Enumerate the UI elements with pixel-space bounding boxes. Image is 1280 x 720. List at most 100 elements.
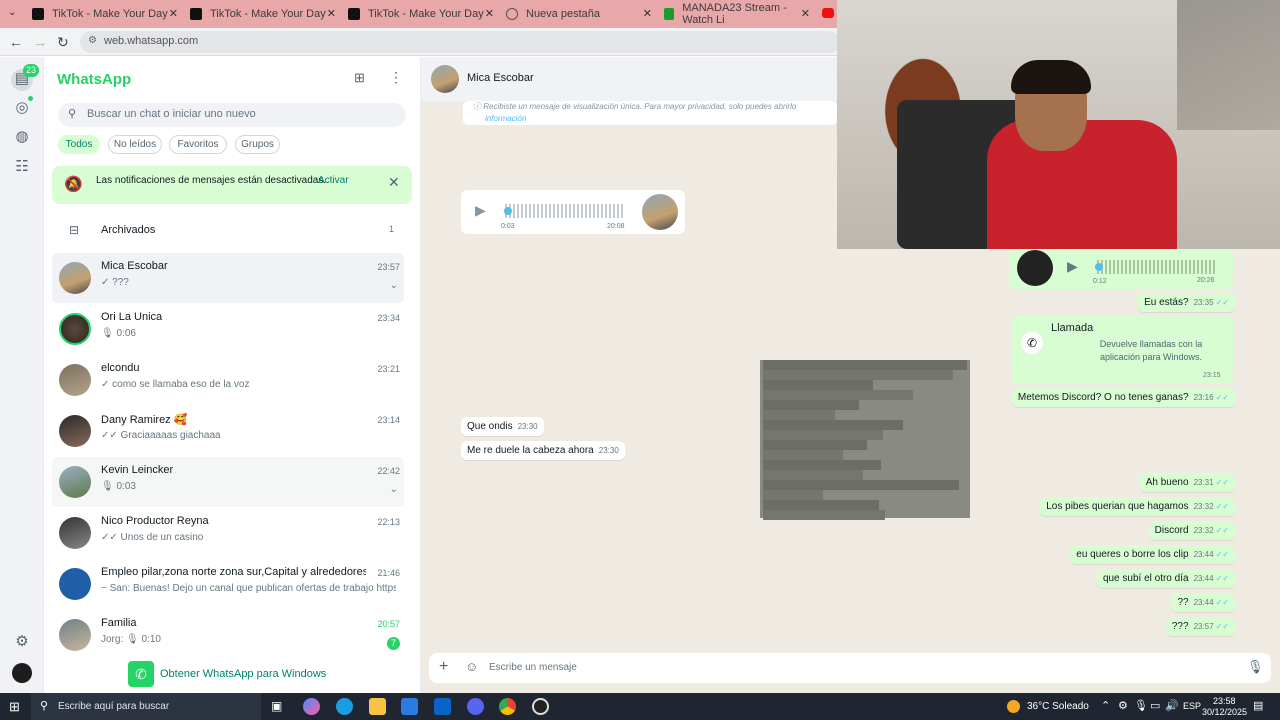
incoming-voice-note[interactable]: ▶ 0:03 20:08 xyxy=(461,190,685,234)
edge-icon[interactable] xyxy=(336,698,353,715)
activate-link[interactable]: Activar xyxy=(318,175,349,186)
store-icon[interactable] xyxy=(401,698,418,715)
outgoing-voice-note[interactable]: ▶ 0:12 20:26 xyxy=(1009,247,1233,289)
microphone-icon[interactable]: 🎙 xyxy=(1247,659,1264,675)
close-tab-icon[interactable]: ✕ xyxy=(169,7,178,20)
browser-tab-2[interactable]: TikTok - Make Your Day ✕ xyxy=(190,3,336,25)
settings-icon[interactable]: ⚙ xyxy=(12,632,32,652)
clock-time[interactable]: 23:58 xyxy=(1213,696,1236,706)
chat-row-empleo-pilar[interactable]: Empleo pilar,zona norte zona sur,Capital… xyxy=(52,559,404,609)
browser-tab-3[interactable]: TikTok - Make Your Day ✕ xyxy=(348,3,494,25)
close-icon[interactable]: ✕ xyxy=(388,174,400,191)
message-time: 23:35 xyxy=(1193,298,1214,307)
browser-tab-5[interactable]: MANADA23 Stream - Watch Li ✕ xyxy=(664,2,810,26)
chat-line xyxy=(763,450,843,460)
filter-favorites[interactable]: Favoritos xyxy=(169,135,227,154)
voice-progress-dot[interactable] xyxy=(1095,263,1103,271)
voice-progress-dot[interactable] xyxy=(504,207,512,215)
notification-center-icon[interactable]: ▤ xyxy=(1253,699,1263,712)
chat-line xyxy=(763,510,885,520)
forward-icon[interactable]: → xyxy=(33,34,47,50)
chat-line xyxy=(763,380,873,390)
copilot-icon[interactable] xyxy=(303,698,320,715)
avatar xyxy=(59,517,91,549)
status-icon[interactable]: ◎ xyxy=(12,98,32,118)
new-chat-icon[interactable]: ⊞ xyxy=(354,70,365,86)
chat-row-familia[interactable]: Familia Jorg: 🎙 0:10 20:57 7 xyxy=(52,610,404,660)
more-info-link[interactable]: información xyxy=(485,114,526,123)
chrome-icon[interactable] xyxy=(499,698,516,715)
chat-time: 23:21 xyxy=(377,364,400,374)
conversation-header[interactable]: Mica Escobar xyxy=(421,57,837,101)
search-input[interactable]: ⚲ Buscar un chat o iniciar uno nuevo xyxy=(58,103,406,127)
url-field[interactable]: ⚙ web.whatsapp.com xyxy=(80,31,840,53)
communities-icon[interactable]: ☷ xyxy=(12,157,32,177)
obs-icon[interactable] xyxy=(532,698,549,715)
chat-line xyxy=(763,360,967,370)
chat-row-ori-la-unica[interactable]: Ori La Unica 🎙 0:06 23:34 xyxy=(52,304,404,354)
chat-row-dany-ramirez[interactable]: Dany Ramirez 🥰 ✓✓ Graciaaaaas giachaaa 2… xyxy=(52,406,404,456)
archived-row[interactable]: ⊟ Archivados 1 xyxy=(44,217,421,247)
tray-app-icon[interactable]: ⚙ xyxy=(1118,699,1128,712)
filter-all[interactable]: Todos xyxy=(58,135,100,154)
tray-chevron-icon[interactable]: ⌃ xyxy=(1101,699,1110,712)
attach-plus-icon[interactable]: + xyxy=(439,658,448,676)
message-time: 23:30 xyxy=(517,422,538,431)
back-icon[interactable]: ← xyxy=(9,34,23,50)
voice-waveform[interactable] xyxy=(505,204,625,218)
contact-avatar xyxy=(431,65,459,93)
taskbar-search[interactable]: ⚲ Escribe aquí para buscar xyxy=(31,693,261,720)
reload-icon[interactable]: ↻ xyxy=(57,34,69,51)
tab-title: Nueva pestaña xyxy=(526,8,600,20)
close-tab-icon[interactable]: ✕ xyxy=(643,7,652,20)
channels-icon[interactable]: ◍ xyxy=(12,127,32,147)
weather-text[interactable]: 36°C Soleado xyxy=(1027,701,1089,712)
filter-unread[interactable]: No leídos xyxy=(108,135,162,154)
play-icon[interactable]: ▶ xyxy=(1067,258,1078,275)
voice-current: 0:03 xyxy=(501,223,515,230)
browser-tab-1[interactable]: TikTok - Make Your Day ✕ xyxy=(32,3,178,25)
volume-icon[interactable]: 🔊 xyxy=(1165,699,1179,712)
close-tab-icon[interactable]: ✕ xyxy=(801,7,810,20)
chat-row-elcondu[interactable]: elcondu ✓ como se llamaba eso de la voz … xyxy=(52,355,404,405)
chevron-down-icon[interactable]: ⌄ xyxy=(390,484,398,495)
clock-date[interactable]: 30/12/2025 xyxy=(1202,707,1247,717)
chat-list-panel: WhatsApp ⊞ ⋮ ⚲ Buscar un chat o iniciar … xyxy=(44,57,421,693)
message-outgoing: eu queres o borre los clip 23:44 ✓✓ xyxy=(1070,545,1235,564)
youtube-tab-icon[interactable] xyxy=(822,8,834,18)
task-view-icon[interactable]: ▣ xyxy=(271,699,282,713)
language-indicator[interactable]: ESP xyxy=(1183,701,1201,711)
close-tab-icon[interactable]: ✕ xyxy=(327,7,336,20)
read-ticks-icon: ✓✓ xyxy=(1215,502,1229,511)
chevron-down-icon[interactable]: ⌄ xyxy=(390,280,398,291)
message-time: 23:16 xyxy=(1193,393,1214,402)
profile-avatar[interactable] xyxy=(12,663,32,683)
sticker-icon[interactable]: ☺ xyxy=(465,659,478,674)
mail-icon[interactable] xyxy=(434,698,451,715)
close-tab-icon[interactable]: ✕ xyxy=(485,7,494,20)
battery-icon[interactable]: ▭ xyxy=(1150,699,1160,712)
chat-row-nico-productor-reyna[interactable]: Nico Productor Reyna ✓✓ Unos de un casin… xyxy=(52,508,404,558)
play-icon[interactable]: ▶ xyxy=(475,202,486,219)
message-input[interactable]: Escribe un mensaje xyxy=(489,662,577,673)
chat-row-kevin-leincker[interactable]: Kevin Leincker 🎙 0:03 22:42 ⌄ xyxy=(52,457,404,507)
message-time: 23:32 xyxy=(1193,526,1214,535)
file-explorer-icon[interactable] xyxy=(369,698,386,715)
windows-start-icon[interactable]: ⊞ xyxy=(9,699,20,715)
filter-groups[interactable]: Grupos xyxy=(235,135,280,154)
microphone-icon[interactable]: 🎙 xyxy=(1134,699,1148,712)
menu-icon[interactable]: ⋮ xyxy=(389,69,403,86)
muted-bell-icon: 🔕 xyxy=(64,176,83,193)
site-info-icon[interactable]: ⚙ xyxy=(88,35,97,46)
browser-tab-4[interactable]: Nueva pestaña ✕ xyxy=(506,3,652,25)
tab-search-icon[interactable]: ⌄ xyxy=(8,7,16,18)
chat-preview: ✓✓ Graciaaaaas giachaaa xyxy=(101,430,221,441)
voice-waveform[interactable] xyxy=(1097,260,1217,274)
read-ticks-icon: ✓✓ xyxy=(1215,298,1229,307)
chat-preview: 🎙 0:06 xyxy=(101,328,136,339)
message-time: 23:44 xyxy=(1193,550,1214,559)
call-card[interactable]: ✆ Llamada Devuelve llamadas con la aplic… xyxy=(1011,316,1233,384)
discord-icon[interactable] xyxy=(467,698,484,715)
chat-row-mica-escobar[interactable]: Mica Escobar ✓ ??? 23:57 ⌄ xyxy=(52,253,404,303)
read-ticks-icon: ✓✓ xyxy=(1215,574,1229,583)
